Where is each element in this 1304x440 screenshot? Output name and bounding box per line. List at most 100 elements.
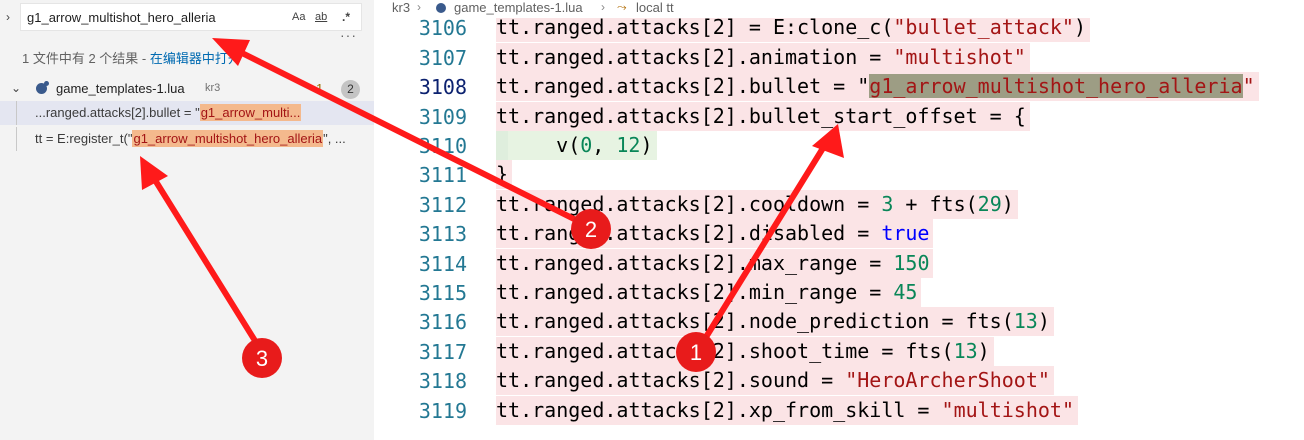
- code-line[interactable]: 3107 tt.ranged.attacks[2].animation = "mu…: [374, 42, 1304, 72]
- code-token: ): [1001, 191, 1014, 216]
- code-token: true: [881, 221, 930, 246]
- code-token: tt.ranged.attacks[2].animation =: [496, 44, 894, 69]
- code-token: tt.ranged.attacks[2].node_prediction = f…: [496, 309, 1014, 334]
- breadcrumb-file[interactable]: game_templates-1.lua: [454, 0, 583, 15]
- code-token: "multishot": [893, 44, 1026, 69]
- code-line[interactable]: 3109 tt.ranged.attacks[2].bullet_start_of…: [374, 101, 1304, 131]
- line-number: 3116: [418, 310, 467, 335]
- code-token: "multishot": [941, 397, 1074, 422]
- line-number: 3117: [418, 339, 467, 364]
- code-text: tt.ranged.attacks[2].cooldown = 3 + fts(…: [496, 189, 1018, 219]
- match-result-row[interactable]: tt = E:register_t("g1_arrow_multishot_he…: [0, 127, 374, 151]
- code-token: ): [977, 338, 990, 363]
- code-token: 12: [616, 133, 641, 157]
- code-token: 0: [580, 133, 593, 157]
- tree-indent-guide: [16, 127, 17, 151]
- breadcrumb-separator-icon: ›: [417, 0, 421, 14]
- result-file-name: game_templates-1.lua: [56, 81, 185, 96]
- code-token: tt.ranged.attacks[2].bullet_start_offset…: [496, 103, 1026, 128]
- tree-indent-guide: [16, 101, 17, 125]
- code-text: tt.ranged.attacks[2].xp_from_skill = "mu…: [496, 395, 1078, 425]
- result-file-dir: kr3: [205, 82, 221, 94]
- breadcrumb-separator-icon: ›: [601, 0, 605, 14]
- search-box: Aa ab .*: [20, 3, 362, 31]
- code-text: tt.ranged.attacks[2].disabled = true: [496, 219, 934, 249]
- code-text: tt.ranged.attacks[2].bullet_start_offset…: [496, 101, 1030, 131]
- line-number: 3118: [418, 369, 467, 394]
- lua-file-icon: [436, 3, 446, 13]
- line-number: 3114: [418, 251, 467, 276]
- code-line[interactable]: 3108 tt.ranged.attacks[2].bullet = "g1_ar…: [374, 72, 1304, 102]
- code-text: tt.ranged.attacks[2].animation = "multis…: [496, 42, 1030, 72]
- code-line[interactable]: 3115 tt.ranged.attacks[2].min_range = 45: [374, 278, 1304, 307]
- line-number: 3115: [418, 281, 467, 305]
- code-token: tt.ranged.attacks[2].max_range =: [496, 250, 894, 275]
- code-text: tt.ranged.attacks[2].shoot_time = fts(13…: [496, 336, 994, 366]
- code-line[interactable]: 3110 v(0, 12): [374, 131, 1304, 160]
- match-highlight: g1_arrow_multi...: [199, 104, 302, 121]
- search-sidebar: › Aa ab .* ··· 1 文件中有 2 个结果 - 在编辑器中打开 ⌄ …: [0, 0, 374, 440]
- line-number: 3107: [418, 45, 467, 70]
- code-line[interactable]: 3113 tt.ranged.attacks[2].disabled = true: [374, 219, 1304, 249]
- code-token: ): [1037, 309, 1050, 334]
- code-token: 13: [953, 338, 978, 363]
- code-area[interactable]: 3105tt.ranged.attacks[1].cooldown = 0.83…: [374, 0, 1304, 440]
- match-result-row[interactable]: ...ranged.attacks[2].bullet = "g1_arrow_…: [0, 101, 374, 125]
- line-number: 3112: [418, 192, 467, 217]
- code-token: + fts(: [893, 191, 978, 216]
- match-count-badge: 2: [341, 80, 360, 99]
- problem-count: 1: [316, 81, 324, 96]
- code-token: 150: [893, 250, 930, 275]
- match-case-toggle[interactable]: Aa: [292, 9, 305, 25]
- result-file-row[interactable]: ⌄ game_templates-1.lua kr3 1 2: [0, 78, 374, 100]
- code-token: tt.ranged.attacks[2].min_range =: [496, 280, 894, 304]
- code-text: tt.ranged.attacks[2].max_range = 150: [496, 248, 934, 278]
- code-token: tt.ranged.attacks[2].bullet = ": [496, 74, 870, 99]
- code-token: 29: [977, 191, 1002, 216]
- code-text: tt.ranged.attacks[2].sound = "HeroArcher…: [496, 366, 1054, 396]
- lua-file-icon: [36, 81, 49, 94]
- symbol-variable-icon: ⤳: [617, 0, 627, 14]
- code-line[interactable]: 3116 tt.ranged.attacks[2].node_prediction…: [374, 307, 1304, 337]
- breadcrumb-symbol[interactable]: local tt: [636, 0, 674, 15]
- chevron-down-icon[interactable]: ⌄: [11, 81, 21, 95]
- code-text: tt.ranged.attacks[2].min_range = 45: [496, 278, 922, 307]
- code-token: "bullet_attack": [893, 15, 1074, 40]
- code-editor[interactable]: 3105tt.ranged.attacks[1].cooldown = 0.83…: [374, 0, 1304, 440]
- match-context-before: ...ranged.attacks[2].bullet = ": [35, 105, 200, 120]
- code-line[interactable]: 3117 tt.ranged.attacks[2].shoot_time = ft…: [374, 336, 1304, 366]
- code-token: "HeroArcherShoot": [845, 368, 1050, 393]
- code-token: v(: [508, 133, 581, 157]
- code-line[interactable]: 3119 tt.ranged.attacks[2].xp_from_skill =…: [374, 395, 1304, 425]
- result-summary-text: 1 文件中有 2 个结果 -: [22, 51, 150, 66]
- search-row: › Aa ab .* ···: [0, 0, 374, 42]
- result-summary: 1 文件中有 2 个结果 - 在编辑器中打开: [22, 48, 241, 67]
- code-line[interactable]: 3112 tt.ranged.attacks[2].cooldown = 3 + …: [374, 189, 1304, 219]
- toggle-replace-chevron-icon[interactable]: ›: [6, 9, 10, 25]
- code-token: tt.ranged.attacks[2].cooldown =: [496, 191, 882, 216]
- match-context-before: tt = E:register_t(": [35, 131, 133, 146]
- line-number: 3110: [418, 134, 467, 158]
- code-token: tt.ranged.attacks[2] = E:clone_c(: [496, 15, 894, 40]
- code-token: }: [496, 162, 509, 187]
- code-token: ,: [592, 133, 617, 157]
- more-options-icon[interactable]: ···: [340, 28, 357, 42]
- code-text: v(0, 12): [508, 131, 657, 160]
- line-number: 3109: [418, 104, 467, 129]
- code-line[interactable]: 3111}: [374, 160, 1304, 190]
- search-input[interactable]: [27, 7, 277, 27]
- code-token: tt.ranged.attacks[2].sound =: [496, 368, 846, 393]
- code-line[interactable]: 3118 tt.ranged.attacks[2].sound = "HeroAr…: [374, 366, 1304, 396]
- match-text: tt = E:register_t("g1_arrow_multishot_he…: [35, 130, 346, 147]
- code-text: tt.ranged.attacks[2].node_prediction = f…: [496, 307, 1054, 337]
- code-text: tt.ranged.attacks[2].bullet = "g1_arrow_…: [496, 72, 1259, 102]
- code-token: ): [640, 133, 653, 157]
- open-in-editor-link[interactable]: 在编辑器中打开: [150, 51, 241, 66]
- code-token: tt.ranged.attacks[2].xp_from_skill =: [496, 397, 942, 422]
- code-line[interactable]: 3114 tt.ranged.attacks[2].max_range = 150: [374, 248, 1304, 278]
- breadcrumb-folder[interactable]: kr3: [392, 0, 410, 15]
- match-whole-word-toggle[interactable]: ab: [315, 9, 327, 25]
- code-token: ": [1242, 74, 1255, 99]
- use-regex-toggle[interactable]: .*: [342, 9, 350, 25]
- line-number: 3119: [418, 398, 467, 423]
